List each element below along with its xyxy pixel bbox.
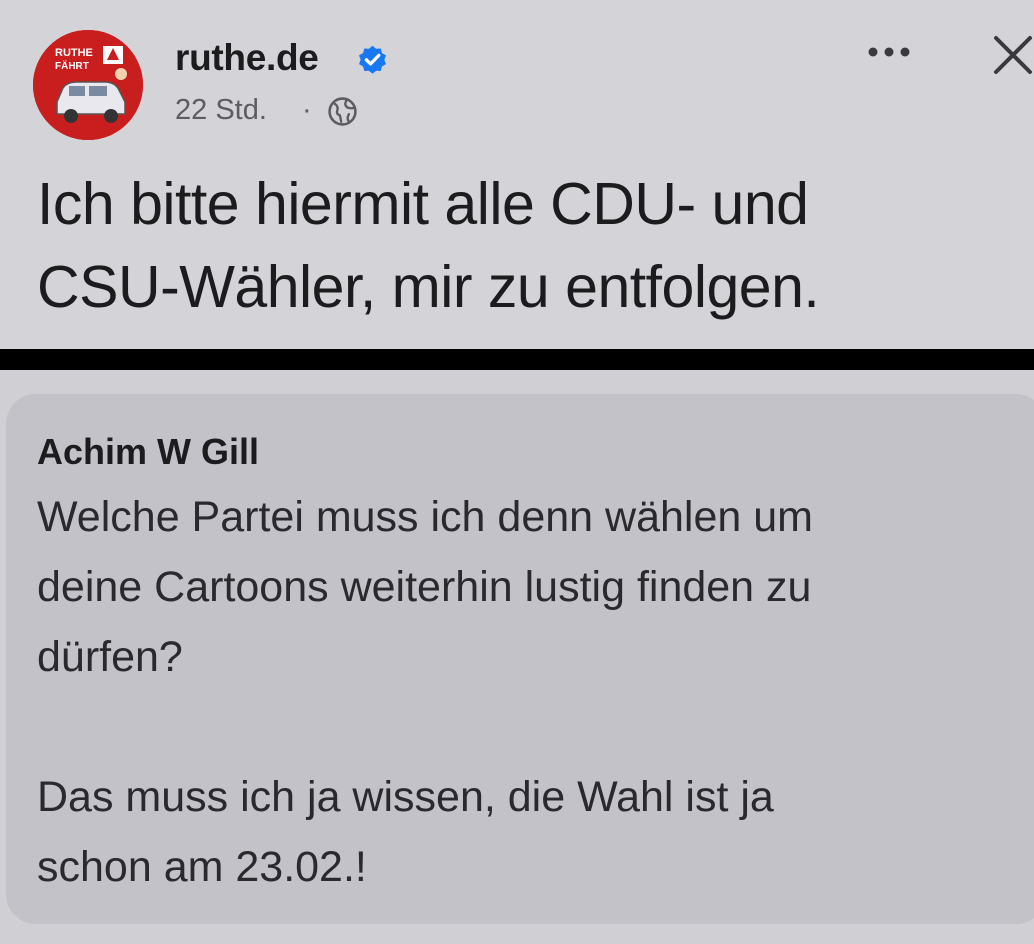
comment-text: Welche Partei muss ich denn wählen um de… [37, 482, 1027, 902]
comment-line-4: Das muss ich ja wissen, die Wahl ist ja [37, 773, 774, 821]
post-text: Ich bitte hiermit alle CDU- und CSU-Wähl… [37, 163, 1017, 329]
comment-paragraph-gap [37, 692, 1027, 762]
avatar-text-1: RUTHE [55, 47, 93, 59]
divider [0, 349, 1034, 370]
avatar-text-2: FÄHRT [55, 59, 89, 72]
comment-line-5: schon am 23.02.! [37, 843, 367, 891]
verified-badge-icon [359, 45, 386, 74]
post-timestamp[interactable]: 22 Std. [175, 94, 267, 127]
page-avatar[interactable]: RUTHE FÄHRT [33, 30, 143, 140]
globe-icon [328, 97, 357, 126]
close-icon[interactable] [990, 32, 1034, 80]
more-options-icon[interactable] [861, 32, 917, 72]
comment-author[interactable]: Achim W Gill [37, 431, 259, 473]
post-text-line-1: Ich bitte hiermit alle CDU- und [37, 171, 809, 237]
post-header: RUTHE FÄHRT ruthe.de 22 Std. · Ich bitte… [0, 0, 1034, 349]
comment-line-1: Welche Partei muss ich denn wählen um [37, 493, 813, 541]
post-text-line-2: CSU-Wähler, mir zu entfolgen. [37, 254, 820, 320]
comment-line-2: deine Cartoons weiterhin lustig finden z… [37, 563, 812, 611]
page-name[interactable]: ruthe.de [175, 37, 319, 79]
avatar-logo-icon: RUTHE FÄHRT [33, 30, 143, 140]
meta-separator: · [302, 94, 312, 126]
comment-line-3: dürfen? [37, 633, 183, 681]
